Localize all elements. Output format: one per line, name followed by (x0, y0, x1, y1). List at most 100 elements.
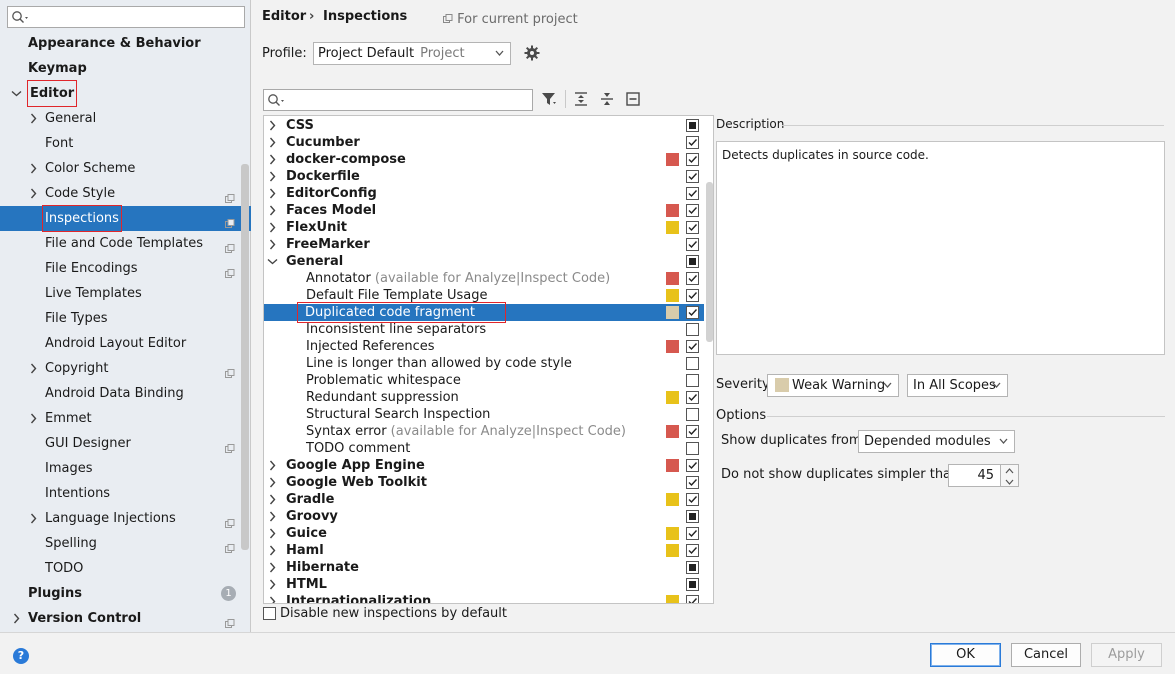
breadcrumb-editor[interactable]: Editor (262, 9, 306, 24)
inspection-enabled-checkbox[interactable] (686, 527, 699, 540)
sidebar-item-emmet[interactable]: Emmet (0, 406, 251, 431)
inspection-enabled-checkbox[interactable] (686, 357, 699, 370)
inspection-enabled-checkbox[interactable] (686, 340, 699, 353)
inspection-enabled-checkbox[interactable] (686, 561, 699, 574)
inspection-group-row[interactable]: Guice (264, 525, 704, 542)
sidebar-item-color-scheme[interactable]: Color Scheme (0, 156, 251, 181)
inspection-row[interactable]: Structural Search Inspection (264, 406, 704, 423)
sidebar-item-live-templates[interactable]: Live Templates (0, 281, 251, 306)
chevron-down-icon[interactable] (10, 81, 22, 106)
ok-button[interactable]: OK (930, 643, 1001, 667)
inspection-search-input[interactable] (263, 89, 533, 111)
inspection-row[interactable]: Injected References (264, 338, 704, 355)
inspection-enabled-checkbox[interactable] (686, 459, 699, 472)
inspection-enabled-checkbox[interactable] (686, 306, 699, 319)
chevron-right-icon[interactable] (27, 106, 39, 131)
apply-button[interactable]: Apply (1091, 643, 1162, 667)
inspection-enabled-checkbox[interactable] (686, 323, 699, 336)
inspection-group-row[interactable]: FlexUnit (264, 219, 704, 236)
sidebar-item-keymap[interactable]: Keymap (0, 56, 251, 81)
inspection-enabled-checkbox[interactable] (686, 425, 699, 438)
chevron-right-icon[interactable] (266, 168, 278, 185)
chevron-right-icon[interactable] (266, 202, 278, 219)
inspection-group-row[interactable]: CSS (264, 117, 704, 134)
spinner-down-icon[interactable] (1001, 476, 1018, 487)
chevron-right-icon[interactable] (266, 457, 278, 474)
sidebar-item-todo[interactable]: TODO (0, 556, 251, 581)
chevron-right-icon[interactable] (266, 151, 278, 168)
gear-icon[interactable] (524, 45, 540, 61)
show-duplicates-from-dropdown[interactable]: Depended modules (858, 430, 1015, 453)
chevron-right-icon[interactable] (266, 474, 278, 491)
spinner-up-icon[interactable] (1001, 465, 1018, 476)
inspection-enabled-checkbox[interactable] (686, 272, 699, 285)
profile-dropdown[interactable]: Project Default Project (313, 42, 511, 65)
sidebar-item-gui-designer[interactable]: GUI Designer (0, 431, 251, 456)
sidebar-item-android-layout-editor[interactable]: Android Layout Editor (0, 331, 251, 356)
sidebar-item-android-data-binding[interactable]: Android Data Binding (0, 381, 251, 406)
inspection-group-row[interactable]: Hibernate (264, 559, 704, 576)
chevron-right-icon[interactable] (27, 506, 39, 531)
chevron-right-icon[interactable] (27, 356, 39, 381)
reset-icon[interactable] (625, 91, 641, 107)
chevron-right-icon[interactable] (266, 542, 278, 559)
inspection-row[interactable]: Annotator (available for Analyze|Inspect… (264, 270, 704, 287)
sidebar-item-appearance-behavior[interactable]: Appearance & Behavior (0, 31, 251, 56)
sidebar-item-inspections[interactable]: Inspections (0, 205, 251, 232)
sidebar-item-code-style[interactable]: Code Style (0, 181, 251, 206)
chevron-right-icon[interactable] (266, 117, 278, 134)
sidebar-scrollbar[interactable] (241, 164, 249, 550)
filter-icon[interactable] (541, 91, 557, 107)
inspection-row[interactable]: TODO comment (264, 440, 704, 457)
chevron-right-icon[interactable] (266, 593, 278, 603)
chevron-right-icon[interactable] (266, 219, 278, 236)
sidebar-item-version-control[interactable]: Version Control (0, 606, 251, 631)
settings-search-input[interactable] (7, 6, 245, 28)
inspection-group-row[interactable]: Google Web Toolkit (264, 474, 704, 491)
inspection-group-row[interactable]: HTML (264, 576, 704, 593)
sidebar-item-copyright[interactable]: Copyright (0, 356, 251, 381)
inspection-group-row[interactable]: FreeMarker (264, 236, 704, 253)
sidebar-item-language-injections[interactable]: Language Injections (0, 506, 251, 531)
inspection-group-row[interactable]: Haml (264, 542, 704, 559)
chevron-right-icon[interactable] (266, 576, 278, 593)
sidebar-item-general[interactable]: General (0, 106, 251, 131)
chevron-right-icon[interactable] (266, 559, 278, 576)
sidebar-item-file-types[interactable]: File Types (0, 306, 251, 331)
collapse-all-icon[interactable] (599, 91, 615, 107)
inspection-group-row[interactable]: Groovy (264, 508, 704, 525)
inspection-enabled-checkbox[interactable] (686, 476, 699, 489)
inspection-group-row[interactable]: Faces Model (264, 202, 704, 219)
inspection-enabled-checkbox[interactable] (686, 238, 699, 251)
inspection-row[interactable]: Line is longer than allowed by code styl… (264, 355, 704, 372)
expand-all-icon[interactable] (573, 91, 589, 107)
sidebar-item-images[interactable]: Images (0, 456, 251, 481)
inspection-enabled-checkbox[interactable] (686, 493, 699, 506)
chevron-right-icon[interactable] (266, 236, 278, 253)
inspection-enabled-checkbox[interactable] (686, 255, 699, 268)
inspection-enabled-checkbox[interactable] (686, 221, 699, 234)
inspection-row[interactable]: Problematic whitespace (264, 372, 704, 389)
inspection-row[interactable]: Default File Template Usage (264, 287, 704, 304)
inspection-enabled-checkbox[interactable] (686, 578, 699, 591)
sidebar-item-file-and-code-templates[interactable]: File and Code Templates (0, 231, 251, 256)
inspection-enabled-checkbox[interactable] (686, 136, 699, 149)
chevron-right-icon[interactable] (27, 406, 39, 431)
chevron-right-icon[interactable] (266, 525, 278, 542)
sidebar-item-spelling[interactable]: Spelling (0, 531, 251, 556)
inspection-enabled-checkbox[interactable] (686, 595, 699, 603)
inspection-row[interactable]: Redundant suppression (264, 389, 704, 406)
chevron-right-icon[interactable] (266, 185, 278, 202)
inspection-enabled-checkbox[interactable] (686, 442, 699, 455)
inspection-enabled-checkbox[interactable] (686, 408, 699, 421)
inspection-enabled-checkbox[interactable] (686, 119, 699, 132)
chevron-right-icon[interactable] (10, 606, 22, 631)
inspection-enabled-checkbox[interactable] (686, 374, 699, 387)
sidebar-item-file-encodings[interactable]: File Encodings (0, 256, 251, 281)
inspection-enabled-checkbox[interactable] (686, 289, 699, 302)
inspection-group-row[interactable]: Google App Engine (264, 457, 704, 474)
inspection-group-row[interactable]: Internationalization (264, 593, 704, 603)
inspection-enabled-checkbox[interactable] (686, 204, 699, 217)
inspection-row[interactable]: Duplicated code fragment (264, 302, 704, 323)
chevron-right-icon[interactable] (27, 156, 39, 181)
